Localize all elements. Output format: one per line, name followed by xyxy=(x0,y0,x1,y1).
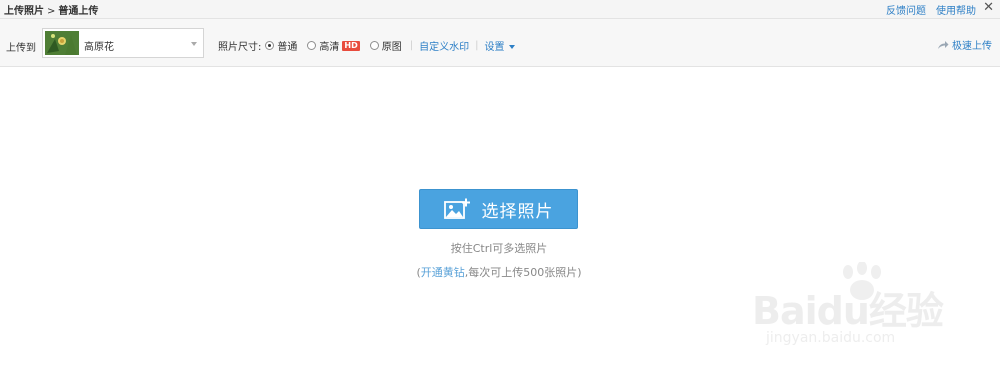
flower-thumbnail-icon xyxy=(45,31,79,55)
upload-to-label: 上传到 xyxy=(6,43,36,54)
breadcrumb: 上传照片 > 普通上传 xyxy=(4,2,98,17)
watermark-brand: Baidu经验 xyxy=(752,289,944,333)
chevron-down-icon xyxy=(191,42,197,46)
multi-select-hint: 按住Ctrl可多选照片 xyxy=(450,242,548,255)
vip-upgrade-link[interactable]: 开通黄钻 xyxy=(421,266,465,279)
album-name: 高原花 xyxy=(84,42,114,53)
breadcrumb-root[interactable]: 上传照片 xyxy=(4,6,44,17)
radio-original[interactable] xyxy=(369,41,379,50)
caret-down-icon xyxy=(509,45,516,49)
upload-dialog: 上传照片 > 普通上传 反馈问题 使用帮助 ✕ 上传到 高原花 照片尺寸: 普通… xyxy=(0,0,1000,373)
title-links: 反馈问题 使用帮助 xyxy=(886,2,976,17)
watermark-url: jingyan.baidu.com xyxy=(766,330,896,346)
select-photos-button[interactable]: 选择照片 xyxy=(419,189,578,229)
fast-upload-label: 极速上传 xyxy=(952,41,992,52)
fast-upload-link[interactable]: 极速上传 xyxy=(937,37,992,52)
add-photo-icon xyxy=(443,198,470,219)
size-option-label: 普通 xyxy=(277,42,298,53)
size-option-label: 原图 xyxy=(381,42,402,53)
breadcrumb-separator: > xyxy=(47,6,56,17)
title-bar: 上传照片 > 普通上传 反馈问题 使用帮助 ✕ xyxy=(0,0,1000,19)
photo-size-label: 照片尺寸: xyxy=(218,42,262,53)
help-link[interactable]: 使用帮助 xyxy=(936,6,976,17)
share-arrow-icon xyxy=(938,40,949,49)
select-photos-label: 选择照片 xyxy=(481,201,554,222)
size-option-original[interactable]: 原图 xyxy=(369,38,402,53)
breadcrumb-current: 普通上传 xyxy=(58,6,99,17)
divider: | xyxy=(409,40,414,51)
size-option-label: 高清 xyxy=(319,42,340,53)
radio-hd[interactable] xyxy=(307,41,317,50)
hint-rest: ,每次可上传500张照片) xyxy=(464,266,582,279)
baidu-watermark: Baidu经验 jingyan.baidu.com xyxy=(740,262,970,362)
close-icon[interactable]: ✕ xyxy=(983,0,994,16)
settings-label: 设置 xyxy=(484,42,505,53)
divider: | xyxy=(475,40,479,51)
size-option-normal[interactable]: 普通 xyxy=(265,38,297,53)
size-option-hd[interactable]: 高清 HD xyxy=(307,38,360,53)
radio-normal[interactable] xyxy=(265,41,275,50)
photo-size-options: 照片尺寸: 普通 高清 HD 原图 | 自定义水印 | 设置 xyxy=(218,38,516,53)
album-select[interactable]: 高原花 xyxy=(42,28,204,58)
settings-dropdown[interactable]: 设置 xyxy=(484,38,516,53)
custom-watermark-link[interactable]: 自定义水印 xyxy=(419,38,469,53)
hd-badge: HD xyxy=(342,40,360,51)
toolbar: 上传到 高原花 照片尺寸: 普通 高清 HD 原图 | 自定义水印 | 设置 极… xyxy=(0,19,1000,67)
feedback-link[interactable]: 反馈问题 xyxy=(886,6,926,17)
